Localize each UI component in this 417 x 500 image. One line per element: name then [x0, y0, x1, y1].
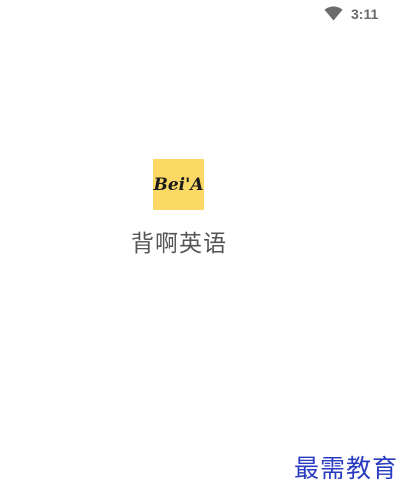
watermark-text: 最需教育 [294, 454, 398, 483]
status-bar: 3:11 [0, 0, 417, 30]
splash-screen: 3:11 Bei'A 背啊英语 最需教育 [0, 0, 417, 500]
logo-text: Bei'A [153, 175, 204, 195]
wifi-icon [324, 6, 343, 21]
beia-logo-icon: Bei'A [153, 159, 204, 210]
watermark: 最需教育 [292, 450, 412, 486]
status-time: 3:11 [351, 6, 379, 22]
app-name: 背啊英语 [131, 231, 227, 257]
